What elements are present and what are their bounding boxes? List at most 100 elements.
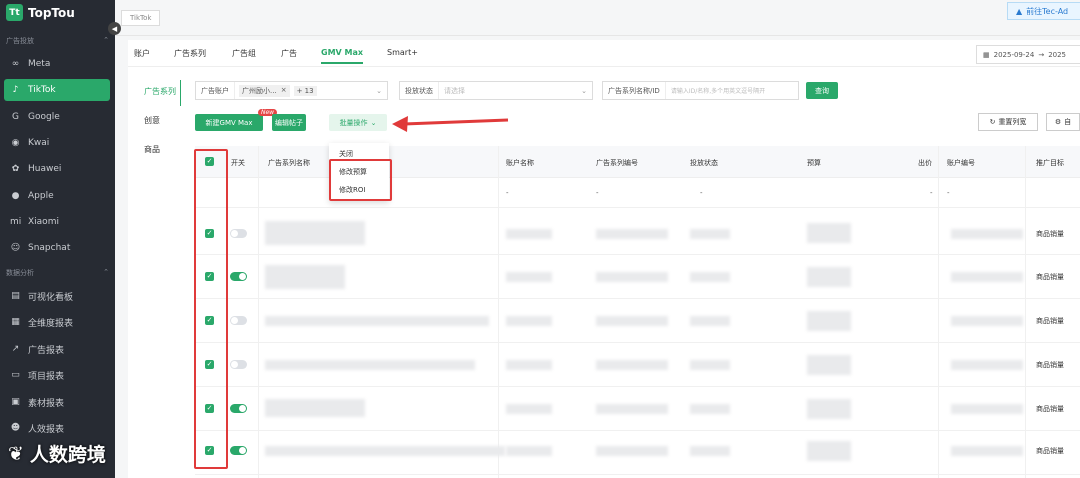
watermark-logo-icon: ❦ xyxy=(8,442,24,465)
tab-gmv-max[interactable]: GMV Max xyxy=(321,48,364,64)
image-icon: ▣ xyxy=(11,397,20,407)
row-goal: 商品销量 xyxy=(1036,317,1064,325)
sidebar-item-apple[interactable]: ● Apple xyxy=(4,185,110,207)
sidebar-item-efficiency-report[interactable]: ☻ 人效报表 xyxy=(4,417,110,439)
table-row[interactable]: ✓ 商品销量 xyxy=(195,343,1080,387)
blurred-budget xyxy=(807,311,851,331)
sidebar-item-kwai[interactable]: ◉ Kwai xyxy=(4,132,110,154)
col-account-name[interactable]: 账户名称 xyxy=(506,158,534,168)
leftnav-campaign[interactable]: 广告系列 xyxy=(144,86,176,97)
status-filter[interactable]: 投放状态 请选择 ⌄ xyxy=(399,81,593,100)
batch-actions-button[interactable]: 批量操作 ⌄ xyxy=(329,114,387,131)
table-row[interactable]: ✓ 商品销量 xyxy=(195,299,1080,343)
arrow-right-icon: → xyxy=(1038,50,1045,59)
table-row[interactable]: ✓ 商品销量 xyxy=(195,211,1080,255)
col-campaign-name[interactable]: 广告系列名称 xyxy=(268,158,310,168)
summary-dash: - xyxy=(596,189,599,197)
brand-logo[interactable]: Tt TopTou xyxy=(6,4,75,21)
collapse-sidebar-button[interactable]: ◀ xyxy=(108,22,121,35)
snapchat-icon: ☺ xyxy=(10,243,21,253)
blurred-account-id xyxy=(951,404,1023,414)
row-toggle[interactable] xyxy=(230,316,247,325)
table-row[interactable]: ✓ 商品销量 xyxy=(195,387,1080,431)
date-range-picker[interactable]: ▦ 2025-09-24 → 2025 xyxy=(976,45,1080,64)
row-toggle[interactable] xyxy=(230,360,247,369)
chevron-down-icon: ⌄ xyxy=(370,118,377,127)
section-ad-delivery[interactable]: 广告投放 ⌃ xyxy=(0,36,115,46)
section-label: 广告投放 xyxy=(6,37,34,45)
name-placeholder: 请输入ID/名称,多个用英文逗号隔开 xyxy=(670,88,766,95)
sidebar-item-xiaomi[interactable]: mi Xiaomi xyxy=(4,211,110,233)
sidebar-item-label: Apple xyxy=(28,191,54,201)
blurred-account-name xyxy=(506,446,552,456)
table-row[interactable]: ✓ 商品销量 xyxy=(195,431,1080,475)
account-filter-label: 广告账户 xyxy=(196,82,235,99)
campaign-name-filter[interactable]: 广告系列名称/ID 请输入ID/名称,多个用英文逗号隔开 xyxy=(602,81,799,100)
blurred-budget xyxy=(807,399,851,419)
sidebar-item-label: Huawei xyxy=(28,164,62,174)
tab-smart-plus[interactable]: Smart+ xyxy=(387,48,418,57)
row-toggle[interactable] xyxy=(230,404,247,413)
leftnav-product[interactable]: 商品 xyxy=(144,144,160,155)
blurred-account-name xyxy=(506,229,552,239)
sidebar-item-full-report[interactable]: ▦ 全维度报表 xyxy=(4,311,110,333)
close-icon[interactable]: × xyxy=(281,86,287,96)
row-toggle[interactable] xyxy=(230,229,247,238)
xiaomi-icon: mi xyxy=(10,217,22,227)
red-arrow-annotation xyxy=(392,116,509,132)
new-gmv-max-button[interactable]: 新建GMV Max xyxy=(195,114,263,131)
sidebar-item-google[interactable]: G Google xyxy=(4,106,110,128)
sidebar-item-dashboard[interactable]: ▤ 可视化看板 xyxy=(4,285,110,307)
sidebar-item-tiktok[interactable]: ♪ TikTok xyxy=(4,79,110,101)
blurred-account-id xyxy=(951,229,1023,239)
table-row[interactable]: ✓ 商品销量 xyxy=(195,255,1080,299)
edit-post-button[interactable]: 编辑帖子 xyxy=(272,114,306,131)
customize-label: 自 xyxy=(1064,118,1072,126)
row-toggle[interactable] xyxy=(230,272,247,281)
blurred-campaign-name xyxy=(265,221,365,245)
tec-ad-label: 前往Tec-Ad xyxy=(1026,6,1069,16)
col-status[interactable]: 投放状态 xyxy=(690,158,718,168)
sidebar-item-meta[interactable]: ∞ Meta xyxy=(4,53,110,75)
sidebar-item-ad-report[interactable]: ↗ 广告报表 xyxy=(4,338,110,360)
tab-campaign[interactable]: 广告系列 xyxy=(174,48,206,59)
blurred-budget xyxy=(807,355,851,375)
col-goal[interactable]: 推广目标 xyxy=(1036,158,1064,168)
col-bid[interactable]: 出价 xyxy=(918,158,932,168)
row-toggle[interactable] xyxy=(230,446,247,455)
blurred-campaign-id xyxy=(596,404,668,414)
col-campaign-id[interactable]: 广告系列编号 xyxy=(596,158,638,168)
summary-dash: - xyxy=(947,189,950,197)
col-account-id[interactable]: 账户编号 xyxy=(947,158,975,168)
blurred-campaign-name xyxy=(265,316,489,326)
menu-item-close[interactable]: 关闭 xyxy=(339,149,353,159)
sidebar-item-material-report[interactable]: ▣ 素材报表 xyxy=(4,391,110,413)
account-filter[interactable]: 广告账户 广州励小... × + 13 ⌄ xyxy=(195,81,388,100)
tab-adgroup[interactable]: 广告组 xyxy=(232,48,256,59)
leftnav-creative[interactable]: 创意 xyxy=(144,115,160,126)
sidebar-item-label: Kwai xyxy=(28,138,50,148)
blurred-campaign-id xyxy=(596,316,668,326)
col-budget[interactable]: 预算 xyxy=(807,158,821,168)
customize-columns-button[interactable]: ⚙ 自 xyxy=(1046,113,1080,131)
sidebar-item-huawei[interactable]: ✿ Huawei xyxy=(4,158,110,180)
watermark: ❦ 人数跨境 xyxy=(8,440,106,467)
account-chip[interactable]: 广州励小... × xyxy=(239,84,290,97)
sidebar-item-project-report[interactable]: ▭ 项目报表 xyxy=(4,364,110,386)
line-chart-icon: ↗ xyxy=(11,344,20,354)
row-goal: 商品销量 xyxy=(1036,230,1064,238)
tab-tiktok[interactable]: TikTok xyxy=(121,10,161,26)
batch-label: 批量操作 xyxy=(339,118,368,127)
calendar-icon: ▦ xyxy=(983,50,990,59)
reset-column-width-button[interactable]: ↻ 重置列宽 xyxy=(978,113,1038,131)
tab-account[interactable]: 账户 xyxy=(134,48,150,59)
section-data-analysis[interactable]: 数据分析 ⌃ xyxy=(0,268,115,278)
sidebar-item-snapchat[interactable]: ☺ Snapchat xyxy=(4,237,110,259)
blurred-status xyxy=(690,404,730,414)
go-tec-ad-button[interactable]: ▲ 前往Tec-Ad xyxy=(1007,2,1080,20)
account-chip-label: 广州励小... xyxy=(242,86,277,95)
query-button[interactable]: 查询 xyxy=(806,82,838,99)
row-goal: 商品销量 xyxy=(1036,405,1064,413)
tab-ad[interactable]: 广告 xyxy=(281,48,297,59)
col-switch[interactable]: 开关 xyxy=(231,158,245,168)
